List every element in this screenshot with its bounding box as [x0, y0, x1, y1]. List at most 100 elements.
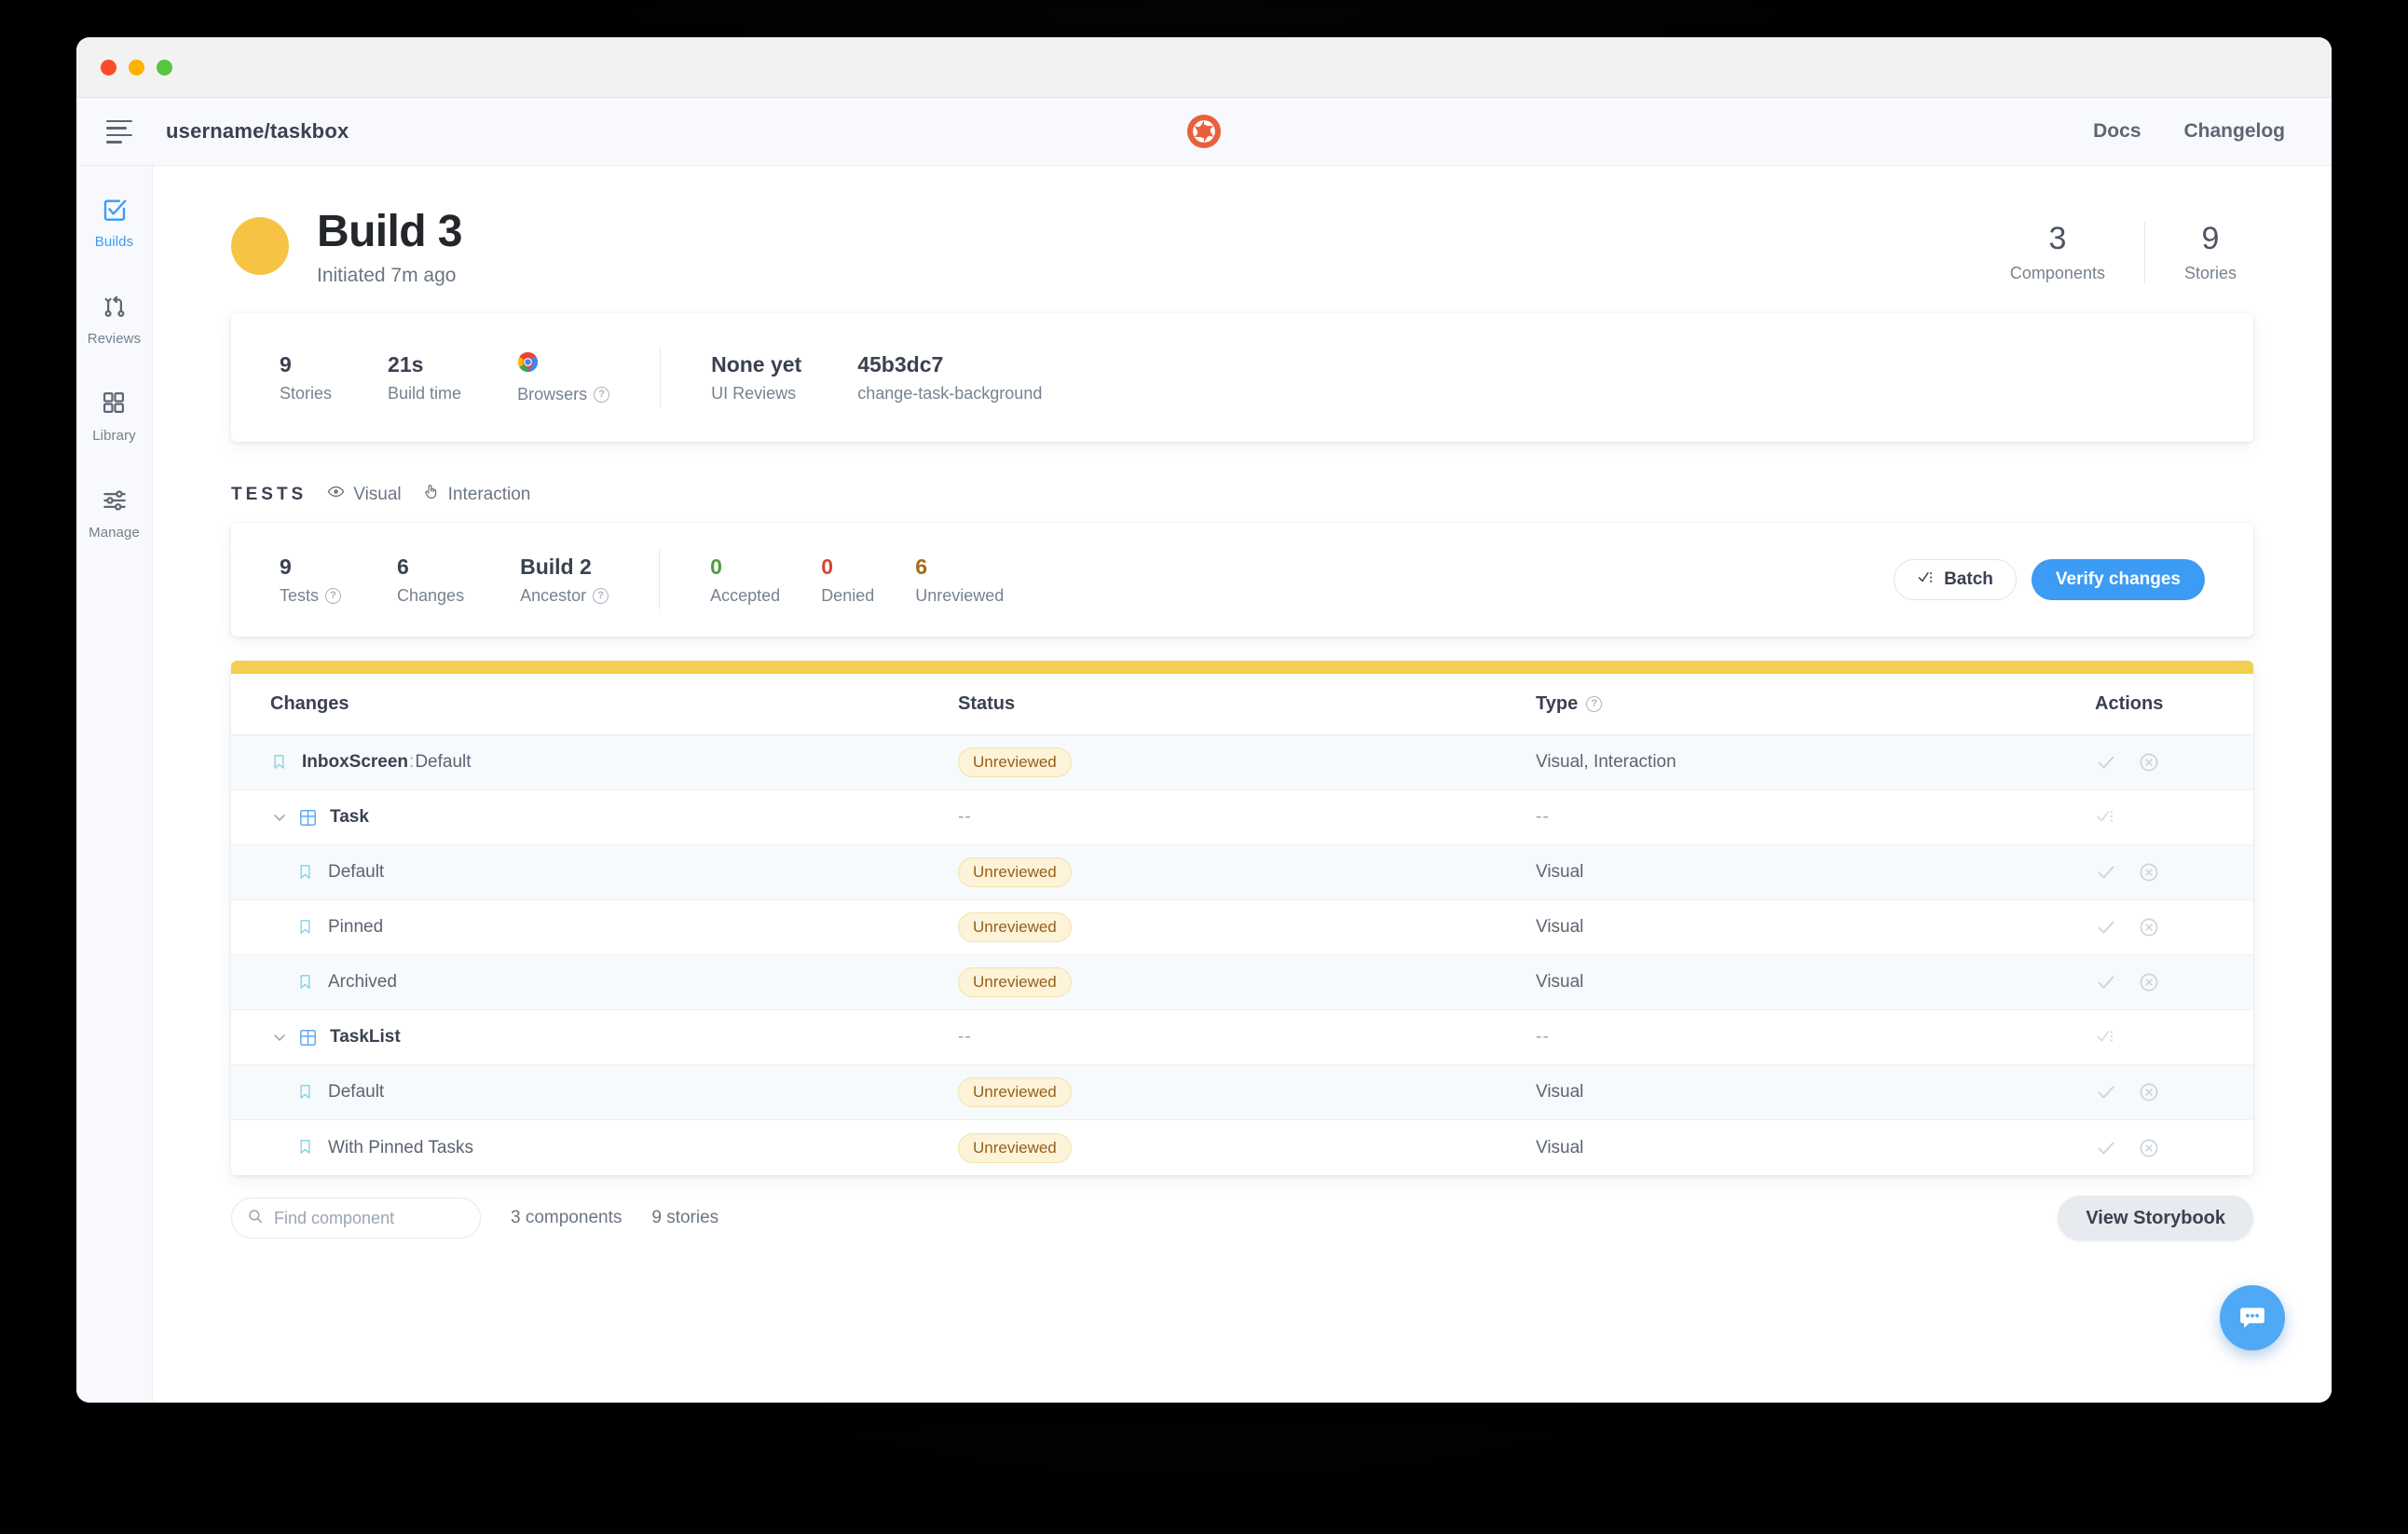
- table-row[interactable]: Archived Unreviewed Visual: [231, 955, 2253, 1011]
- row-name-cell: InboxScreen: Default: [270, 752, 472, 773]
- help-icon[interactable]: ?: [1586, 696, 1603, 713]
- tests-stat-label: Accepted: [710, 586, 781, 606]
- table-row[interactable]: Default Unreviewed Visual: [231, 1065, 2253, 1121]
- search-input[interactable]: [274, 1208, 465, 1228]
- accept-check-icon[interactable]: [2095, 971, 2117, 993]
- row-type: Visual, Interaction: [1536, 752, 1676, 773]
- summary-commit: 45b3dc7 change-task-background: [857, 352, 1042, 404]
- accept-check-icon[interactable]: [2095, 1137, 2117, 1159]
- sidebar-item-label: Manage: [89, 525, 140, 541]
- status-badge: Unreviewed: [958, 967, 1072, 998]
- sidebar-item-label: Builds: [94, 234, 134, 250]
- tests-stat-tests: 9 Tests ?: [280, 554, 342, 607]
- table-row[interactable]: TaskList -- --: [231, 1010, 2253, 1066]
- view-storybook-button[interactable]: View Storybook: [2058, 1196, 2253, 1241]
- grid-squares-icon: [101, 390, 129, 418]
- accept-check-icon[interactable]: [2095, 916, 2117, 938]
- row-story-name: Default: [328, 1082, 385, 1103]
- batch-check-icon: [1917, 568, 1935, 592]
- sidebar-item-library[interactable]: Library: [76, 390, 153, 444]
- components-count: 3 components: [511, 1208, 623, 1228]
- hamburger-menu-icon[interactable]: [106, 98, 140, 166]
- tests-chip-interaction: Interaction: [422, 483, 530, 506]
- chat-bubble-icon[interactable]: [2220, 1285, 2285, 1350]
- header-links: Docs Changelog: [2093, 120, 2285, 143]
- tests-stat-denied: 0 Denied: [821, 555, 874, 607]
- tests-stat-label: Unreviewed: [915, 586, 1005, 606]
- docs-link[interactable]: Docs: [2093, 120, 2141, 143]
- chromatic-logo-icon: [1186, 114, 1222, 149]
- summary-stories-value: 9: [280, 351, 292, 377]
- help-icon[interactable]: ?: [593, 588, 609, 605]
- summary-browsers-text: Browsers: [517, 385, 588, 404]
- commit-hash-link[interactable]: 45b3dc7: [857, 352, 1042, 378]
- row-type: Visual: [1536, 972, 1584, 993]
- deny-circle-x-icon[interactable]: [2138, 971, 2160, 993]
- summary-ui-reviews-value: None yet: [711, 351, 802, 377]
- chevron-down-icon[interactable]: [270, 1028, 289, 1047]
- batch-check-icon[interactable]: [2095, 1026, 2117, 1048]
- sidebar-item-reviews[interactable]: Reviews: [76, 293, 153, 347]
- bookmark-icon: [270, 753, 290, 773]
- row-name-cell: TaskList: [270, 1027, 401, 1048]
- minimize-window-button[interactable]: [129, 59, 144, 75]
- deny-circle-x-icon[interactable]: [2138, 751, 2160, 774]
- search-component-box[interactable]: [231, 1198, 481, 1240]
- accept-check-icon[interactable]: [2095, 1081, 2117, 1103]
- row-component-name: InboxScreen: [302, 752, 409, 773]
- row-story-name: Default: [328, 862, 385, 883]
- table-row[interactable]: Default Unreviewed Visual: [231, 845, 2253, 901]
- changelog-link[interactable]: Changelog: [2184, 120, 2286, 143]
- accept-check-icon[interactable]: [2095, 751, 2117, 774]
- view-storybook-label: View Storybook: [2086, 1207, 2225, 1228]
- maximize-window-button[interactable]: [157, 59, 172, 75]
- row-component-name: TaskList: [330, 1027, 401, 1048]
- tests-stat-label: Ancestor ?: [520, 586, 609, 606]
- table-row[interactable]: Pinned Unreviewed Visual: [231, 900, 2253, 956]
- table-row[interactable]: With Pinned Tasks Unreviewed Visual: [231, 1120, 2253, 1175]
- row-type: --: [1536, 807, 1550, 828]
- tests-chip-visual: Visual: [327, 483, 402, 506]
- batch-button-label: Batch: [1944, 569, 1993, 590]
- tests-stat-unreviewed: 6 Unreviewed: [915, 555, 1004, 607]
- row-type: --: [1536, 1027, 1550, 1048]
- table-footer: 3 components 9 stories View Storybook: [231, 1175, 2253, 1261]
- deny-circle-x-icon[interactable]: [2138, 1081, 2160, 1103]
- close-window-button[interactable]: [101, 59, 116, 75]
- bookmark-icon: [296, 973, 316, 993]
- eye-icon: [327, 483, 345, 506]
- verify-changes-button[interactable]: Verify changes: [2031, 559, 2205, 601]
- table-row[interactable]: InboxScreen: Default Unreviewed Visual, Int…: [231, 735, 2253, 791]
- tests-stat-value: 0: [821, 554, 833, 579]
- chevron-down-icon[interactable]: [270, 808, 289, 827]
- batch-button[interactable]: Batch: [1894, 559, 2017, 601]
- sidebar-item-builds[interactable]: Builds: [76, 196, 153, 250]
- tests-stats-row: 9 Tests ? 6 Changes Build 2 Ancestor ? 0…: [231, 523, 2253, 637]
- tests-stat-value: 9: [280, 554, 292, 579]
- row-type: Visual: [1536, 862, 1584, 883]
- tests-heading: TESTS: [231, 484, 308, 504]
- status-badge: Unreviewed: [958, 857, 1072, 888]
- help-icon[interactable]: ?: [325, 588, 342, 605]
- row-name-cell: Default: [270, 862, 384, 883]
- ancestor-build-link[interactable]: Build 2: [520, 555, 609, 581]
- stories-count: 9 stories: [651, 1208, 719, 1228]
- sliders-icon: [101, 486, 129, 514]
- deny-circle-x-icon[interactable]: [2138, 861, 2160, 883]
- sidebar-item-manage[interactable]: Manage: [76, 486, 153, 541]
- traffic-lights: [101, 59, 172, 75]
- deny-circle-x-icon[interactable]: [2138, 916, 2160, 938]
- summary-stories: 9 Stories: [280, 352, 332, 404]
- batch-check-icon[interactable]: [2095, 806, 2117, 829]
- row-separator: :: [409, 752, 415, 773]
- summary-ui-reviews-label: UI Reviews: [711, 384, 797, 404]
- column-header-actions: Actions: [2095, 693, 2164, 715]
- accept-check-icon[interactable]: [2095, 861, 2117, 883]
- deny-circle-x-icon[interactable]: [2138, 1137, 2160, 1159]
- breadcrumb[interactable]: username/taskbox: [166, 119, 349, 144]
- bookmark-icon: [296, 1083, 316, 1103]
- help-icon[interactable]: ?: [594, 387, 610, 404]
- column-header-status: Status: [958, 693, 1016, 715]
- table-row[interactable]: Task -- --: [231, 790, 2253, 846]
- sidebar: Builds Reviews Library Manage: [76, 166, 153, 1403]
